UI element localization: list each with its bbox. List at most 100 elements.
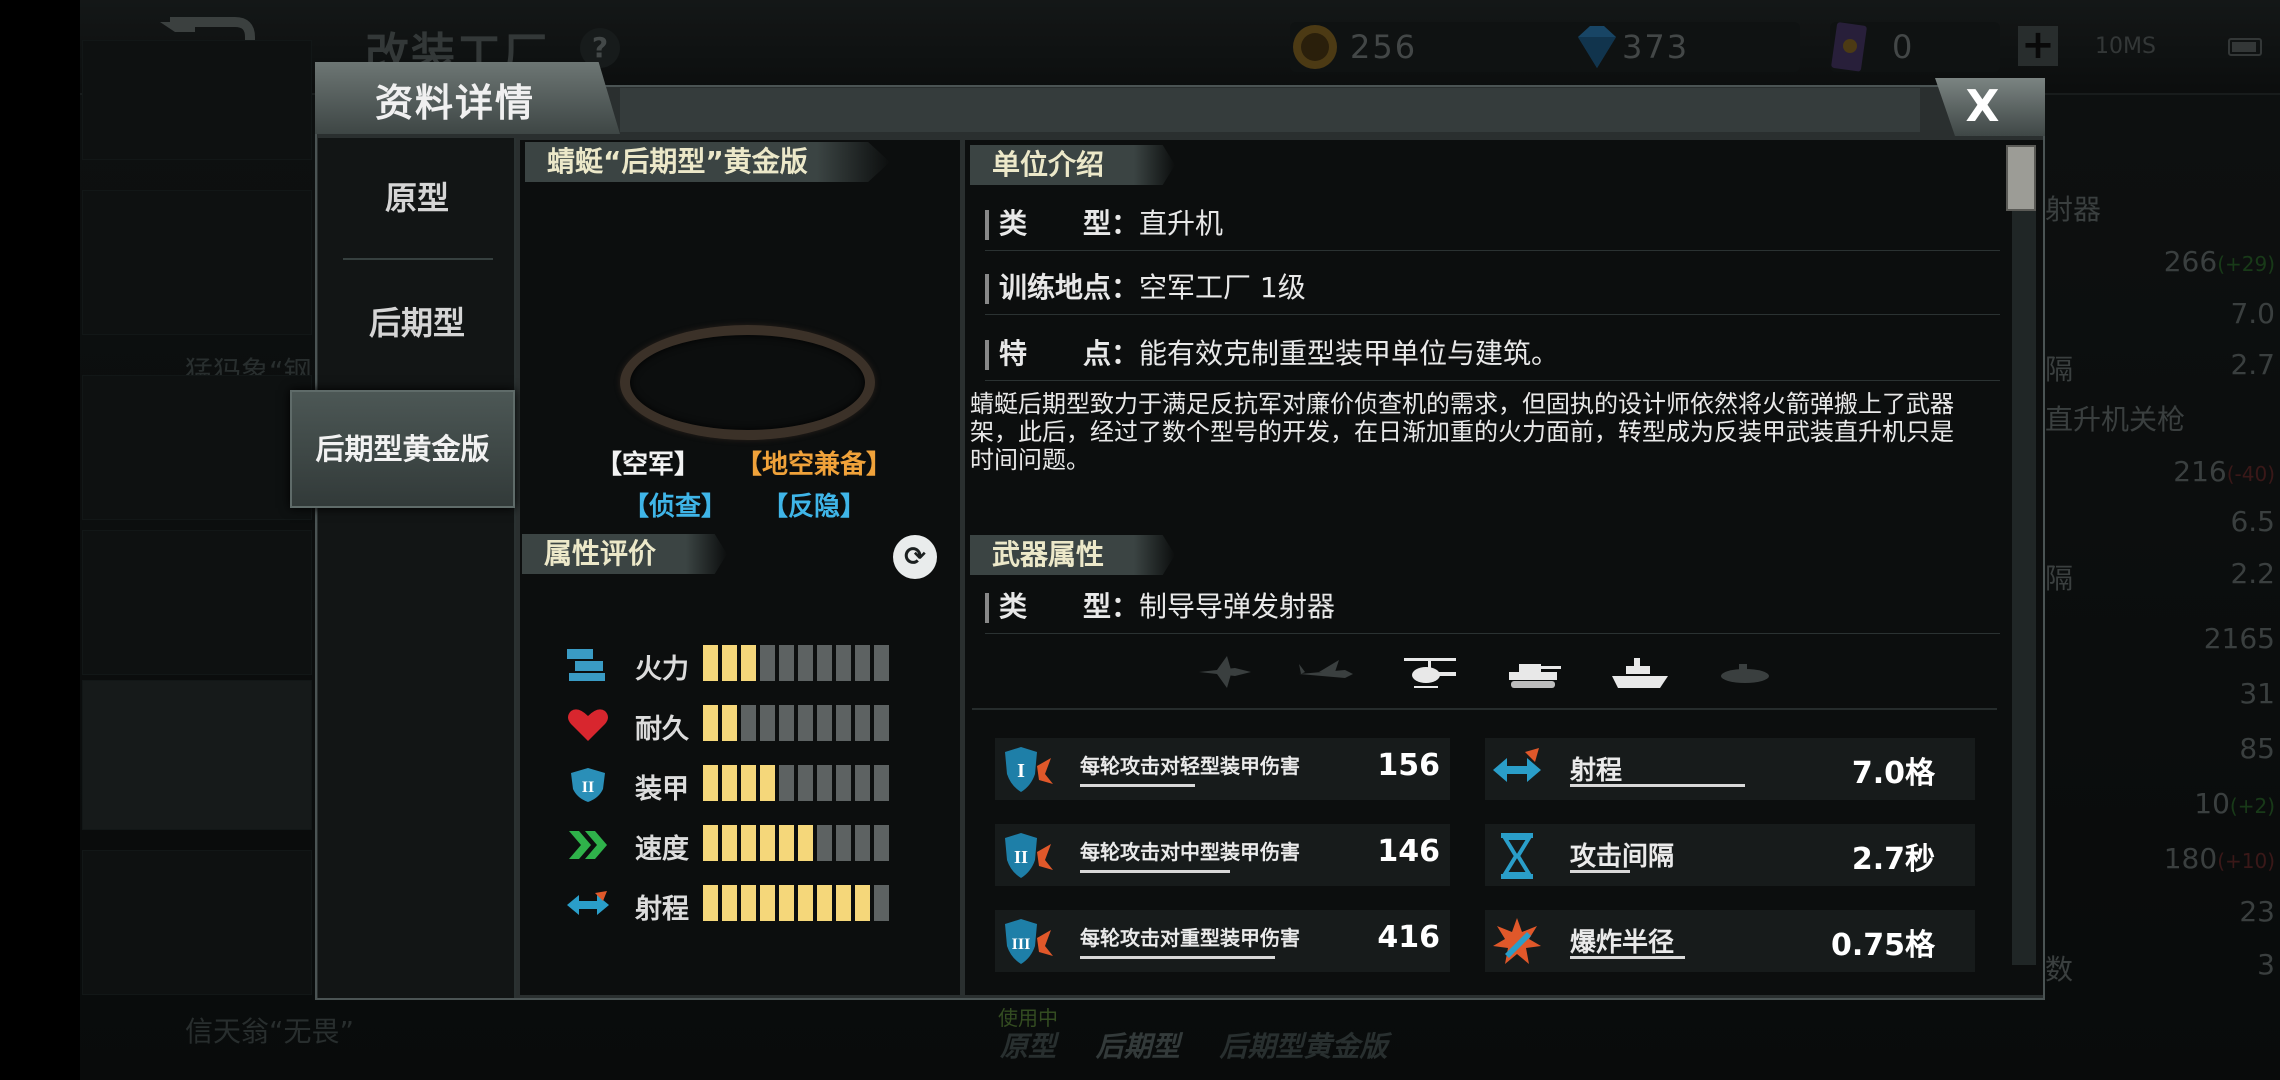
rating-bar-segment — [798, 705, 813, 741]
section-divider — [972, 708, 1997, 710]
damage-row-heavy: III 每轮攻击对重型装甲伤害 416 — [995, 910, 1450, 972]
label-underline — [1080, 784, 1195, 787]
damage-value: 156 — [1377, 748, 1440, 783]
damage-label: 每轮攻击对中型装甲伤害 — [1080, 840, 1300, 864]
unit-description: 蜻蜓后期型致力于满足反抗军对廉价侦查机的需求，但固执的设计师依然将火箭弹搬上了武… — [970, 390, 1954, 474]
armor-shield-icon: II — [571, 768, 605, 802]
rating-bar-segment — [855, 825, 870, 861]
rating-bar-segment — [817, 645, 832, 681]
spec-label: 射程 — [1570, 756, 1623, 786]
rating-bar-segment — [760, 885, 775, 921]
tag-anti-stealth: 【反隐】 — [762, 492, 867, 522]
label-underline — [1570, 784, 1745, 787]
spec-label: 攻击间隔 — [1570, 842, 1675, 872]
rating-bar-segment — [817, 825, 832, 861]
rating-bar-segment — [817, 705, 832, 741]
variant-tab-late[interactable]: 后期型 — [318, 263, 516, 383]
rating-bar-segment — [760, 765, 775, 801]
tank-icon — [1509, 664, 1561, 688]
rating-bar-segment — [760, 825, 775, 861]
info-training-site: 训练地点：空军工厂 1级 — [985, 266, 2000, 315]
attribute-row-armor: II 装甲 — [565, 765, 945, 805]
helicopter-icon — [1404, 658, 1456, 688]
rating-bar-segment — [722, 705, 737, 741]
attribute-bars — [703, 765, 889, 805]
explosion-icon — [1493, 918, 1541, 964]
light-armor-icon: I — [1005, 747, 1053, 792]
info-key: 特 点： — [999, 337, 1140, 370]
svg-text:II: II — [582, 779, 594, 796]
spec-value: 0.75格 — [1830, 928, 1935, 963]
rating-bar-segment — [703, 705, 718, 741]
damage-row-medium: II 每轮攻击对中型装甲伤害 146 — [995, 824, 1450, 886]
rating-bar-segment — [722, 765, 737, 801]
fighter-jet-icon — [1199, 656, 1251, 688]
info-marker — [985, 210, 989, 240]
damage-label: 每轮攻击对轻型装甲伤害 — [1080, 754, 1300, 778]
attribute-label: 射程 — [635, 894, 689, 925]
unit-intro-header: 单位介绍 — [970, 145, 1175, 185]
tag-recon: 【侦查】 — [623, 492, 728, 522]
rating-bar-segment — [741, 765, 756, 801]
rating-bar-segment — [855, 705, 870, 741]
spec-value: 2.7秒 — [1851, 842, 1935, 877]
rating-bar-segment — [836, 765, 851, 801]
rating-bar-segment — [874, 885, 889, 921]
attribute-bars — [703, 645, 889, 685]
rating-bar-segment — [722, 885, 737, 921]
rating-bar-segment — [703, 825, 718, 861]
info-key: 类 型： — [999, 207, 1140, 240]
rating-bar-segment — [703, 885, 718, 921]
damage-label: 每轮攻击对重型装甲伤害 — [1080, 926, 1300, 950]
rating-bar-segment — [760, 705, 775, 741]
variant-tab-gold[interactable]: 后期型黄金版 — [290, 390, 515, 508]
speed-chevrons-icon — [569, 831, 607, 859]
label-underline — [1570, 870, 1630, 873]
variant-tab-prototype[interactable]: 原型 — [318, 138, 516, 258]
damage-row-light: I 每轮攻击对轻型装甲伤害 156 — [995, 738, 1450, 800]
damage-value: 416 — [1377, 920, 1440, 955]
rating-bar-segment — [836, 705, 851, 741]
rating-bar-segment — [760, 645, 775, 681]
attribute-bars — [703, 825, 889, 865]
attribute-row-durability: 耐久 — [565, 705, 945, 745]
bomber-jet-icon — [1299, 660, 1353, 678]
heart-icon — [568, 709, 608, 741]
ship-icon — [1612, 658, 1668, 688]
info-value: 直升机 — [1139, 207, 1224, 240]
label-underline — [1080, 870, 1230, 873]
rating-bar-segment — [741, 825, 756, 861]
rating-bar-segment — [874, 825, 889, 861]
spec-row-blast: 爆炸半径 0.75格 — [1485, 910, 1975, 972]
info-key: 类 型： — [999, 590, 1140, 623]
rating-bar-segment — [779, 765, 794, 801]
info-key: 训练地点： — [999, 271, 1140, 304]
rating-bar-segment — [722, 825, 737, 861]
variant-divider — [343, 258, 493, 260]
spec-label: 爆炸半径 — [1570, 928, 1675, 958]
rating-bar-segment — [798, 765, 813, 801]
scrollbar-thumb[interactable] — [2006, 145, 2036, 211]
info-value: 能有效克制重型装甲单位与建筑。 — [1139, 337, 1560, 370]
scrollbar-track[interactable] — [2012, 145, 2036, 965]
rating-bar-segment — [798, 885, 813, 921]
rating-bar-segment — [836, 885, 851, 921]
svg-text:II: II — [1014, 847, 1028, 867]
info-value: 制导导弹发射器 — [1139, 590, 1336, 623]
rating-bar-segment — [817, 765, 832, 801]
weapon-type: 类 型：制导导弹发射器 — [985, 585, 2000, 634]
rating-bar-segment — [798, 645, 813, 681]
rating-bar-segment — [779, 885, 794, 921]
rating-bar-segment — [855, 765, 870, 801]
rating-bar-segment — [779, 645, 794, 681]
rating-bar-segment — [836, 645, 851, 681]
attribute-row-range: 射程 — [565, 885, 945, 925]
info-type: 类 型：直升机 — [985, 202, 2000, 251]
rating-bar-segment — [874, 765, 889, 801]
rating-bar-segment — [874, 705, 889, 741]
rating-bar-segment — [741, 885, 756, 921]
compare-toggle-icon[interactable]: ⟳ — [893, 535, 937, 579]
tag-air-force: 【空军】 — [596, 450, 701, 480]
rating-bar-segment — [874, 645, 889, 681]
attribute-bars — [703, 705, 889, 745]
